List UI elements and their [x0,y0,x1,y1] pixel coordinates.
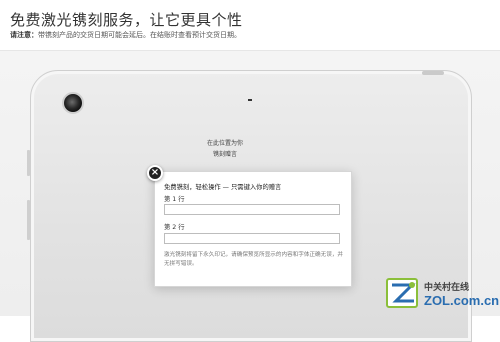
line1-label: 第 1 行 [164,196,185,203]
close-dialog-button[interactable]: × [147,165,163,181]
watermark: 中关村在线 ZOL.com.cn [386,276,500,312]
notice-label: 请注意： [10,31,38,39]
page-title: 免费激光镌刻服务，让它更具个性 [10,11,243,29]
engrave-hint-line2: 镌刻赠言 [212,151,237,158]
line2-label: 第 2 行 [164,224,185,231]
mic-hole [422,71,444,75]
close-icon: × [150,167,160,178]
engraving-dialog: 免费镌刻，轻松操作 — 只需键入你的赠言 第 1 行 第 2 行 激光镌刻将留下… [154,171,352,287]
engrave-hint-line1: 在此位置为你 [206,140,243,147]
notice: 请注意：带镌刻产品的交货日期可能会延后。在结账时查看预计交货日期。 [10,30,241,40]
volume-buttons [27,200,30,240]
watermark-brand-cn: 中关村在线 [424,283,470,293]
dialog-note: 激光镌刻将留下永久印记，请确保预览所显示的内容和字体正确无误，并无拼写错误。 [164,252,344,267]
watermark-brand-en: ZOL.com.cn [424,293,500,308]
header-divider [0,50,500,51]
microphone-mark [248,99,252,101]
side-switch [27,150,30,176]
engrave-position-hint: 在此位置为你 镌刻赠言 [200,138,250,160]
engraving-line2-input[interactable] [164,233,340,244]
camera-lens-icon [62,92,84,114]
notice-text: 带镌刻产品的交货日期可能会延后。在结账时查看预计交货日期。 [38,31,241,39]
zol-logo-icon [386,278,418,308]
engraving-line1-input[interactable] [164,204,340,215]
dialog-title: 免费镌刻，轻松操作 — 只需键入你的赠言 [164,184,282,191]
